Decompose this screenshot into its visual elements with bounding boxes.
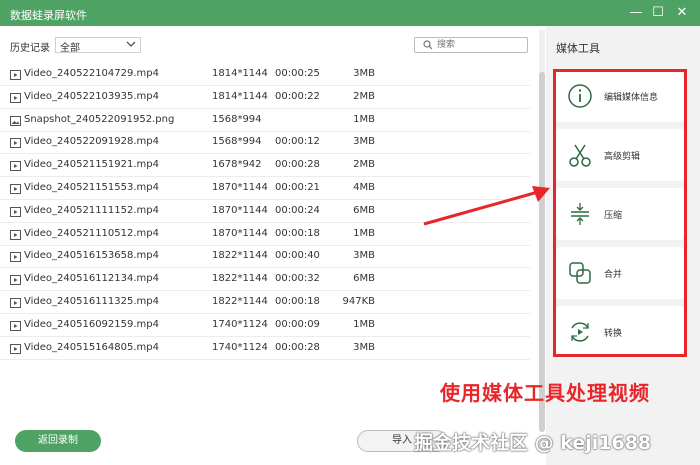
back-to-record-button[interactable]: 返回录制: [15, 430, 101, 452]
file-resolution: 1814*1144: [212, 68, 268, 79]
file-size: 6MB: [353, 273, 375, 285]
search-box[interactable]: [414, 37, 528, 53]
video-file-icon: [10, 184, 21, 194]
image-file-icon: [10, 115, 21, 126]
file-duration: 00:00:21: [275, 182, 320, 193]
file-name: Video_240516112134.mp4: [24, 273, 159, 285]
annotation-caption: 使用媒体工具处理视频: [440, 381, 650, 405]
file-name: Video_240522091928.mp4: [24, 136, 159, 148]
file-duration: 00:00:28: [275, 341, 320, 353]
file-duration: 00:00:28: [275, 159, 320, 171]
file-row[interactable]: Video_240516153658.mp4 1822*1144 00:00:40 3…: [0, 246, 530, 269]
file-row[interactable]: Video_240516111325.mp4 1822*1144 00:00:18 9…: [0, 292, 530, 314]
file-resolution: 1870*1144: [212, 182, 268, 193]
file-size: 3MB: [353, 341, 375, 353]
highlight-frame: [553, 69, 687, 357]
file-size: 3MB: [353, 136, 375, 148]
file-row[interactable]: Video_240522103935.mp4 1814*1144 00:00:22 2…: [0, 87, 530, 109]
file-duration: 00:00:24: [275, 204, 320, 216]
video-file-icon: [10, 343, 21, 354]
file-duration: 00:00:18: [275, 296, 320, 307]
media-tools-title: 媒体工具: [556, 42, 600, 55]
file-resolution: 1822*1144: [212, 296, 268, 307]
file-duration: 00:00:40: [275, 250, 320, 262]
video-file-icon: [10, 161, 21, 172]
filter-row: 历史记录 全部: [0, 26, 538, 64]
file-resolution: 1822*1144: [212, 273, 268, 285]
search-icon: [423, 40, 433, 50]
file-duration: 00:00:25: [275, 68, 320, 79]
video-file-icon: [10, 298, 21, 308]
close-button[interactable]: ✕: [672, 4, 692, 22]
file-duration: 00:00:18: [275, 227, 320, 239]
video-file-icon: [10, 206, 21, 217]
file-row[interactable]: Video_240516112134.mp4 1822*1144 00:00:32 6…: [0, 269, 530, 292]
file-resolution: 1822*1144: [212, 250, 268, 262]
video-file-icon: [10, 320, 21, 331]
file-duration: 00:00:09: [275, 318, 320, 330]
file-size: 3MB: [353, 250, 375, 262]
file-row[interactable]: Video_240516092159.mp4 1740*1124 00:00:09 1…: [0, 315, 530, 337]
file-size: 1MB: [353, 227, 375, 239]
file-resolution: 1740*1124: [212, 318, 268, 330]
file-row[interactable]: Video_240521151921.mp4 1678*942 00:00:28 2M…: [0, 155, 530, 178]
file-name: Video_240516153658.mp4: [24, 250, 159, 262]
video-file-icon: [10, 70, 21, 80]
file-name: Video_240516092159.mp4: [24, 318, 159, 330]
annotation-arrow-icon: [423, 186, 550, 226]
file-size: 4MB: [353, 182, 375, 193]
file-name: Video_240521111152.mp4: [24, 204, 159, 216]
video-file-icon: [10, 275, 21, 286]
file-size: 2MB: [353, 159, 375, 171]
file-size: 947KB: [342, 296, 375, 307]
file-row[interactable]: Snapshot_240522091952.png 1568*994 1MB: [0, 110, 530, 132]
search-input[interactable]: [437, 39, 525, 51]
file-resolution: 1870*1144: [212, 227, 268, 239]
file-size: 3MB: [353, 68, 375, 79]
file-name: Video_240521151553.mp4: [24, 182, 159, 193]
file-name: Snapshot_240522091952.png: [24, 113, 175, 125]
file-resolution: 1568*994: [212, 113, 262, 125]
file-duration: 00:00:32: [275, 273, 320, 285]
file-resolution: 1740*1124: [212, 341, 268, 353]
file-size: 2MB: [353, 90, 375, 102]
file-resolution: 1568*994: [212, 136, 262, 148]
window-title: 数据蛙录屏软件: [10, 9, 87, 22]
history-label: 历史记录: [10, 43, 50, 54]
watermark: 掘金技术社区 @ keji1688: [414, 432, 652, 454]
file-resolution: 1678*942: [212, 159, 262, 171]
video-file-icon: [10, 252, 21, 263]
file-name: Video_240516111325.mp4: [24, 296, 159, 307]
minimize-button[interactable]: —: [626, 4, 646, 22]
chevron-down-icon: [126, 39, 136, 52]
file-resolution: 1870*1144: [212, 204, 268, 216]
file-name: Video_240522103935.mp4: [24, 90, 159, 102]
filter-selected-value: 全部: [60, 43, 80, 54]
file-resolution: 1814*1144: [212, 90, 268, 102]
maximize-button[interactable]: ☐: [648, 4, 668, 22]
file-size: 6MB: [353, 204, 375, 216]
file-size: 1MB: [353, 113, 375, 125]
file-duration: 00:00:22: [275, 90, 320, 102]
file-name: Video_240521151921.mp4: [24, 159, 159, 171]
file-duration: 00:00:12: [275, 136, 320, 148]
file-row[interactable]: Video_240515164805.mp4 1740*1124 00:00:28 3…: [0, 338, 530, 360]
title-bar: 数据蛙录屏软件 — ☐ ✕: [0, 0, 700, 26]
video-file-icon: [10, 92, 21, 103]
video-file-icon: [10, 138, 21, 149]
file-row[interactable]: Video_240522104729.mp4 1814*1144 00:00:25 3…: [0, 64, 530, 86]
file-name: Video_240522104729.mp4: [24, 68, 159, 79]
file-name: Video_240515164805.mp4: [24, 341, 159, 353]
video-file-icon: [10, 229, 21, 240]
file-name: Video_240521110512.mp4: [24, 227, 159, 239]
history-filter-select[interactable]: 全部: [55, 37, 141, 54]
file-row[interactable]: Video_240522091928.mp4 1568*994 00:00:12 3M…: [0, 132, 530, 155]
file-size: 1MB: [353, 318, 375, 330]
